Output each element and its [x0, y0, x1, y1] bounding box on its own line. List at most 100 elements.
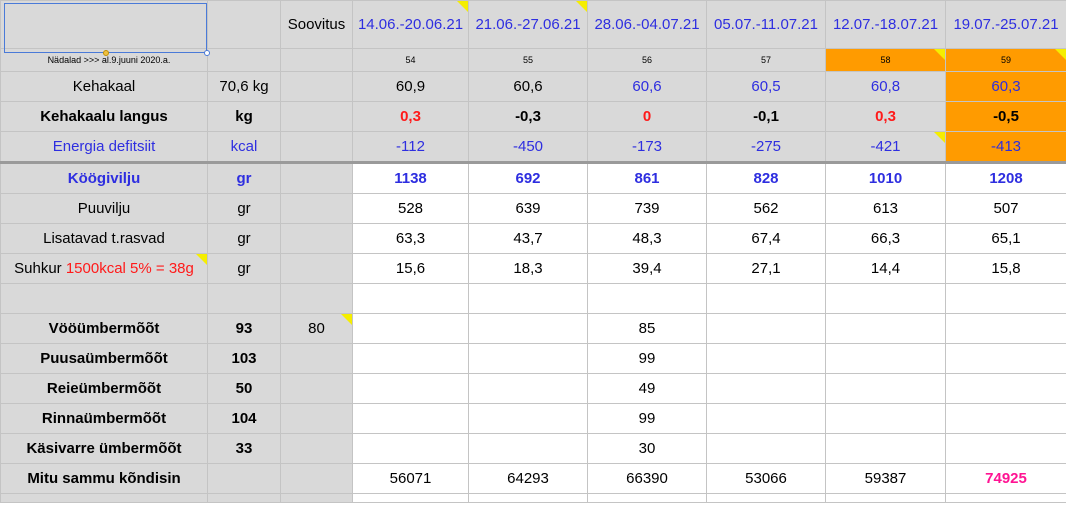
koogivilju-value-5[interactable]: 1010: [825, 161, 946, 194]
kehakaal-value-2[interactable]: 60,6: [468, 71, 588, 102]
puuvilju-value-3[interactable]: 739: [587, 193, 707, 224]
sammud-value-2[interactable]: 64293: [468, 463, 588, 494]
puusa-label[interactable]: Puusaümbermõõt: [0, 343, 208, 374]
empty-unit[interactable]: [207, 283, 281, 314]
kasivarre-soovitus[interactable]: [280, 433, 353, 464]
sammud-soovitus[interactable]: [280, 463, 353, 494]
puusa-soovitus[interactable]: [280, 343, 353, 374]
empty-cell[interactable]: [352, 283, 469, 314]
kasivarre-value-2[interactable]: [468, 433, 588, 464]
energia-unit[interactable]: kcal: [207, 131, 281, 163]
puuvilju-value-4[interactable]: 562: [706, 193, 826, 224]
rasvad-value-3[interactable]: 48,3: [587, 223, 707, 254]
empty-cell[interactable]: [468, 283, 588, 314]
sammud-value-3[interactable]: 66390: [587, 463, 707, 494]
langus-soovitus[interactable]: [280, 101, 353, 132]
suhkur-value-6[interactable]: 15,8: [945, 253, 1066, 284]
rasvad-soovitus[interactable]: [280, 223, 353, 254]
puusa-value-1[interactable]: [352, 343, 469, 374]
week-number-1[interactable]: 54: [352, 48, 469, 72]
koogivilju-value-4[interactable]: 828: [706, 161, 826, 194]
koogivilju-value-1[interactable]: 1138: [352, 161, 469, 194]
reie-label[interactable]: Reieümbermõõt: [0, 373, 208, 404]
week-header-6[interactable]: 19.07.-25.07.21: [945, 0, 1066, 49]
koogivilju-value-2[interactable]: 692: [468, 161, 588, 194]
partial-cell[interactable]: [706, 493, 826, 503]
puuvilju-label[interactable]: Puuvilju: [0, 193, 208, 224]
empty-cell[interactable]: [587, 283, 707, 314]
kehakaal-label[interactable]: Kehakaal: [0, 71, 208, 102]
voo-value-6[interactable]: [945, 313, 1066, 344]
suhkur-value-5[interactable]: 14,4: [825, 253, 946, 284]
energia-soovitus[interactable]: [280, 131, 353, 163]
partial-cell[interactable]: [352, 493, 469, 503]
langus-value-2[interactable]: -0,3: [468, 101, 588, 132]
kehakaal-value-1[interactable]: 60,9: [352, 71, 469, 102]
langus-unit[interactable]: kg: [207, 101, 281, 132]
partial-cell[interactable]: [280, 493, 353, 503]
langus-value-1[interactable]: 0,3: [352, 101, 469, 132]
week-number-5[interactable]: 58: [825, 48, 946, 72]
voo-soovitus[interactable]: 80: [280, 313, 353, 344]
puusa-value-3[interactable]: 99: [587, 343, 707, 374]
puusa-value-2[interactable]: [468, 343, 588, 374]
kasivarre-value-4[interactable]: [706, 433, 826, 464]
week-header-2[interactable]: 21.06.-27.06.21: [468, 0, 588, 49]
selection-box[interactable]: [4, 3, 207, 53]
suhkur-value-3[interactable]: 39,4: [587, 253, 707, 284]
energia-value-4[interactable]: -275: [706, 131, 826, 163]
sammud-value-4[interactable]: 53066: [706, 463, 826, 494]
partial-cell[interactable]: [468, 493, 588, 503]
puuvilju-unit[interactable]: gr: [207, 193, 281, 224]
puusa-unit[interactable]: 103: [207, 343, 281, 374]
selection-resize-handle[interactable]: [103, 50, 109, 56]
kasivarre-label[interactable]: Käsivarre ümbermõõt: [0, 433, 208, 464]
partial-cell[interactable]: [825, 493, 946, 503]
voo-value-4[interactable]: [706, 313, 826, 344]
puusa-value-6[interactable]: [945, 343, 1066, 374]
rinna-value-6[interactable]: [945, 403, 1066, 434]
rinna-value-2[interactable]: [468, 403, 588, 434]
langus-value-6[interactable]: -0,5: [945, 101, 1066, 132]
sammud-unit[interactable]: [207, 463, 281, 494]
reie-value-2[interactable]: [468, 373, 588, 404]
week-row-unit[interactable]: [207, 48, 281, 72]
rinna-value-3[interactable]: 99: [587, 403, 707, 434]
rasvad-label[interactable]: Lisatavad t.rasvad: [0, 223, 208, 254]
week-header-5[interactable]: 12.07.-18.07.21: [825, 0, 946, 49]
rinna-unit[interactable]: 104: [207, 403, 281, 434]
langus-label[interactable]: Kehakaalu langus: [0, 101, 208, 132]
kasivarre-value-1[interactable]: [352, 433, 469, 464]
kasivarre-value-5[interactable]: [825, 433, 946, 464]
empty-cell[interactable]: [825, 283, 946, 314]
rasvad-value-1[interactable]: 63,3: [352, 223, 469, 254]
energia-label[interactable]: Energia defitsiit: [0, 131, 208, 163]
rasvad-value-6[interactable]: 65,1: [945, 223, 1066, 254]
week-number-3[interactable]: 56: [587, 48, 707, 72]
koogivilju-value-3[interactable]: 861: [587, 161, 707, 194]
week-header-4[interactable]: 05.07.-11.07.21: [706, 0, 826, 49]
kasivarre-value-3[interactable]: 30: [587, 433, 707, 464]
rinna-value-1[interactable]: [352, 403, 469, 434]
puuvilju-value-6[interactable]: 507: [945, 193, 1066, 224]
puuvilju-value-5[interactable]: 613: [825, 193, 946, 224]
reie-soovitus[interactable]: [280, 373, 353, 404]
energia-value-2[interactable]: -450: [468, 131, 588, 163]
rasvad-unit[interactable]: gr: [207, 223, 281, 254]
energia-value-3[interactable]: -173: [587, 131, 707, 163]
partial-cell[interactable]: [207, 493, 281, 503]
voo-value-5[interactable]: [825, 313, 946, 344]
energia-value-5[interactable]: -421: [825, 131, 946, 163]
reie-value-5[interactable]: [825, 373, 946, 404]
kehakaal-value-4[interactable]: 60,5: [706, 71, 826, 102]
week-number-6[interactable]: 59: [945, 48, 1066, 72]
partial-cell[interactable]: [0, 493, 208, 503]
langus-value-5[interactable]: 0,3: [825, 101, 946, 132]
rasvad-value-4[interactable]: 67,4: [706, 223, 826, 254]
sammud-value-1[interactable]: 56071: [352, 463, 469, 494]
suhkur-unit[interactable]: gr: [207, 253, 281, 284]
kehakaal-value-3[interactable]: 60,6: [587, 71, 707, 102]
kehakaal-soovitus[interactable]: [280, 71, 353, 102]
empty-cell[interactable]: [945, 283, 1066, 314]
week-number-2[interactable]: 55: [468, 48, 588, 72]
